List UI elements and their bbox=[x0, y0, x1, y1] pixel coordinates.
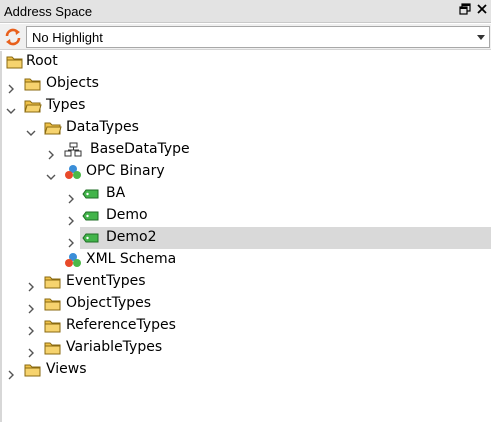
tree-item-objecttypes[interactable]: ObjectTypes bbox=[0, 293, 491, 315]
chevron-right-icon[interactable] bbox=[6, 365, 16, 380]
tree-item-basedatatype[interactable]: BaseDataType bbox=[0, 139, 491, 161]
tree-item-label: DataTypes bbox=[66, 119, 139, 135]
highlight-select[interactable]: No Highlight bbox=[26, 26, 490, 48]
chevron-right-icon[interactable] bbox=[66, 189, 76, 204]
datatype-hierarchy-icon bbox=[64, 142, 82, 158]
tree-item-label: Views bbox=[46, 361, 87, 377]
tree-item-label: Types bbox=[46, 97, 86, 113]
tree-item-label: ObjectTypes bbox=[66, 295, 152, 311]
folder-icon bbox=[24, 362, 42, 378]
tag-icon bbox=[82, 230, 100, 246]
tree-item-variabletypes[interactable]: VariableTypes bbox=[0, 337, 491, 359]
tree-item-objects[interactable]: Objects bbox=[0, 73, 491, 95]
close-icon[interactable] bbox=[475, 3, 489, 19]
folder-open-icon bbox=[24, 98, 42, 114]
folder-icon bbox=[44, 296, 62, 312]
tree-item-label: Demo2 bbox=[106, 229, 157, 245]
tree-item-ba[interactable]: BA bbox=[0, 183, 491, 205]
tree-item-label: BA bbox=[106, 185, 126, 201]
tree-item-views[interactable]: Views bbox=[0, 359, 491, 381]
tree-item-datatypes[interactable]: DataTypes bbox=[0, 117, 491, 139]
tree-item-label: Demo bbox=[106, 207, 148, 223]
tree-item-referencetypes[interactable]: ReferenceTypes bbox=[0, 315, 491, 337]
panel-title-bar: Address Space bbox=[0, 0, 491, 23]
chevron-down-icon[interactable] bbox=[46, 167, 56, 180]
tree-item-demo2[interactable]: Demo2 bbox=[0, 227, 491, 249]
type-dictionary-icon bbox=[64, 164, 82, 180]
chevron-right-icon[interactable] bbox=[26, 277, 36, 292]
tree-item-root[interactable]: Root bbox=[0, 51, 491, 73]
chevron-right-icon[interactable] bbox=[66, 211, 76, 226]
chevron-down-icon[interactable] bbox=[477, 35, 485, 40]
tree-item-label: BaseDataType bbox=[90, 141, 190, 157]
chevron-right-icon[interactable] bbox=[26, 299, 36, 314]
tree-item-label: XML Schema bbox=[86, 251, 177, 267]
tree-item-eventtypes[interactable]: EventTypes bbox=[0, 271, 491, 293]
chevron-right-icon[interactable] bbox=[66, 233, 76, 248]
tree-item-label: ReferenceTypes bbox=[66, 317, 176, 333]
folder-open-icon bbox=[44, 120, 62, 136]
tree-item-label: VariableTypes bbox=[66, 339, 163, 355]
chevron-right-icon[interactable] bbox=[6, 79, 16, 94]
type-dictionary-icon bbox=[64, 252, 82, 268]
highlight-toolbar: No Highlight bbox=[0, 24, 491, 50]
restore-icon[interactable] bbox=[458, 3, 472, 19]
folder-icon bbox=[6, 54, 24, 70]
tag-icon bbox=[82, 186, 100, 202]
tree-item-label: EventTypes bbox=[66, 273, 146, 289]
folder-icon bbox=[44, 340, 62, 356]
tree-item-label: OPC Binary bbox=[86, 163, 165, 179]
refresh-icon[interactable] bbox=[3, 27, 23, 47]
chevron-right-icon[interactable] bbox=[46, 145, 56, 160]
tree-item-opc-binary[interactable]: OPC Binary bbox=[0, 161, 491, 183]
tree-item-types[interactable]: Types bbox=[0, 95, 491, 117]
folder-icon bbox=[44, 274, 62, 290]
tree-item-xml-schema[interactable]: XML Schema bbox=[0, 249, 491, 271]
chevron-right-icon[interactable] bbox=[26, 343, 36, 358]
tree-item-label: Objects bbox=[46, 75, 99, 91]
chevron-down-icon[interactable] bbox=[6, 101, 16, 114]
address-space-tree: Root Objects Types DataTypes BaseDataTyp… bbox=[0, 51, 491, 422]
tree-item-label: Root bbox=[26, 53, 58, 69]
folder-icon bbox=[24, 76, 42, 92]
tree-item-demo[interactable]: Demo bbox=[0, 205, 491, 227]
chevron-right-icon[interactable] bbox=[26, 321, 36, 336]
tag-icon bbox=[82, 208, 100, 224]
highlight-select-value: No Highlight bbox=[32, 30, 103, 45]
panel-title: Address Space bbox=[4, 4, 93, 19]
chevron-down-icon[interactable] bbox=[26, 123, 36, 136]
folder-icon bbox=[44, 318, 62, 334]
